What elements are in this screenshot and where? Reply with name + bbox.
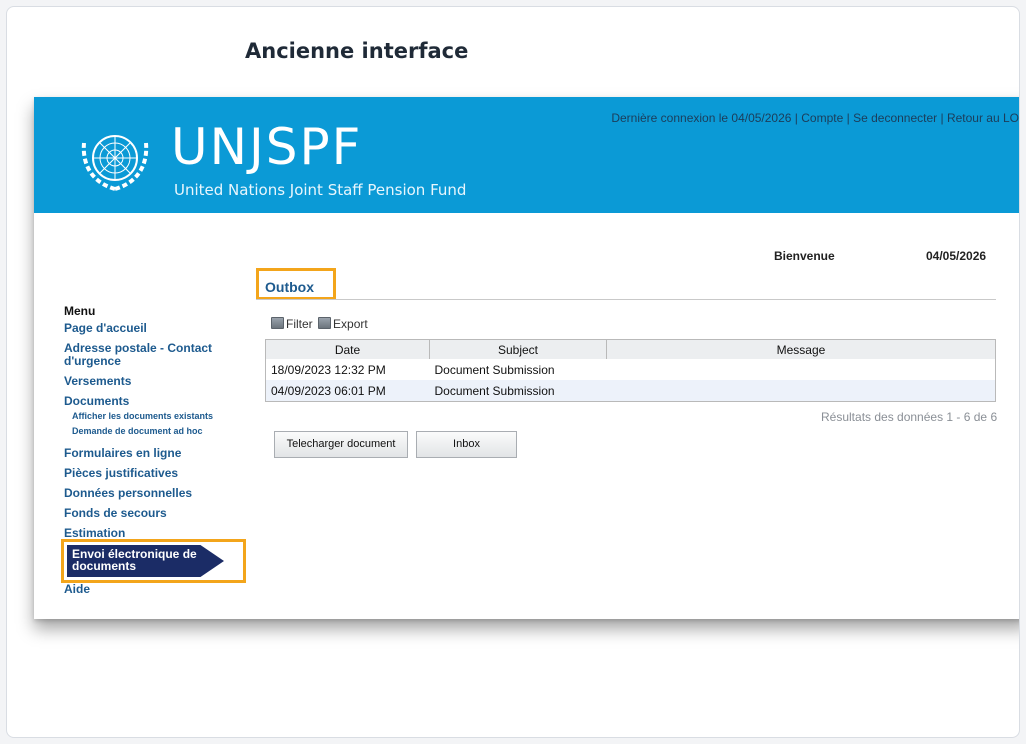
column-header-date[interactable]: Date xyxy=(265,339,430,359)
content-card: Ancienne interface UNJSPF United Nations… xyxy=(6,6,1020,738)
link-separator: | xyxy=(937,111,947,125)
active-menu-highlight: Envoi électronique de documents xyxy=(61,539,246,583)
header-banner: UNJSPF United Nations Joint Staff Pensio… xyxy=(34,97,1019,213)
cell-subject: Document Submission xyxy=(434,362,555,377)
menu-item-help[interactable]: Aide xyxy=(64,582,90,596)
filter-button[interactable]: Filter xyxy=(271,317,313,331)
inbox-button[interactable]: Inbox xyxy=(416,431,517,458)
page-title: Ancienne interface xyxy=(245,39,469,63)
results-summary: Résultats des données 1 - 6 de 6 xyxy=(821,410,998,424)
legacy-screenshot: UNJSPF United Nations Joint Staff Pensio… xyxy=(34,97,1019,619)
table-row[interactable]: 18/09/2023 12:32 PM Document Submission xyxy=(266,359,996,380)
menu-subitem-view-documents[interactable]: Afficher les documents existants xyxy=(64,411,264,422)
upload-document-button[interactable]: Telecharger document xyxy=(274,431,408,458)
table-toolbar: Filter Export xyxy=(271,317,370,331)
column-header-subject[interactable]: Subject xyxy=(429,339,607,359)
cell-date: 18/09/2023 12:32 PM xyxy=(271,362,386,377)
cell-message xyxy=(607,359,996,380)
account-link[interactable]: Compte xyxy=(801,111,843,125)
menu-item-forms[interactable]: Formulaires en ligne xyxy=(64,447,264,460)
export-button[interactable]: Export xyxy=(318,317,368,331)
logout-link[interactable]: Se deconnecter xyxy=(853,111,937,125)
menu-subitem-request-document[interactable]: Demande de document ad hoc xyxy=(64,426,264,437)
link-separator: | xyxy=(791,111,802,125)
menu-item-personal-data[interactable]: Données personnelles xyxy=(64,487,264,500)
section-divider xyxy=(256,299,996,300)
back-to-lob-link[interactable]: Retour au LOB xyxy=(947,111,1019,125)
menu-item-address[interactable]: Adresse postale - Contact d'urgence xyxy=(64,342,264,368)
current-date: 04/05/2026 xyxy=(926,249,987,263)
filter-label: Filter xyxy=(286,317,313,331)
top-links: Dernière connexion le 04/05/2026 | Compt… xyxy=(611,111,1019,125)
brand-name: UNJSPF xyxy=(171,118,363,176)
menu-heading: Menu xyxy=(64,304,96,318)
brand-subtitle: United Nations Joint Staff Pension Fund xyxy=(174,181,467,199)
cell-subject: Document Submission xyxy=(429,380,607,402)
un-emblem-icon xyxy=(81,135,149,191)
menu-item-home[interactable]: Page d'accueil xyxy=(64,322,264,335)
outbox-table: Date Subject Message 18/09/2023 12:32 PM… xyxy=(265,339,996,402)
menu-item-documents[interactable]: Documents xyxy=(64,395,264,408)
menu-item-payments[interactable]: Versements xyxy=(64,375,264,388)
section-title: Outbox xyxy=(265,279,314,295)
last-login-text: Dernière connexion le 04/05/2026 xyxy=(611,111,792,125)
link-separator: | xyxy=(843,111,854,125)
menu-item-attachments[interactable]: Pièces justificatives xyxy=(64,467,264,480)
export-label: Export xyxy=(333,317,368,331)
column-header-message[interactable]: Message xyxy=(606,339,996,359)
filter-icon xyxy=(271,317,284,329)
menu-item-electronic-submission[interactable]: Envoi électronique de documents xyxy=(67,545,224,577)
welcome-text: Bienvenue xyxy=(774,249,835,263)
menu-item-emergency-fund[interactable]: Fonds de secours xyxy=(64,507,264,520)
export-icon xyxy=(318,317,332,329)
cell-message xyxy=(606,380,996,402)
sidebar-menu: Menu Page d'accueil Adresse postale - Co… xyxy=(64,304,264,547)
table-row[interactable]: 04/09/2023 06:01 PM Document Submission xyxy=(265,380,996,402)
cell-date: 04/09/2023 06:01 PM xyxy=(265,380,430,402)
